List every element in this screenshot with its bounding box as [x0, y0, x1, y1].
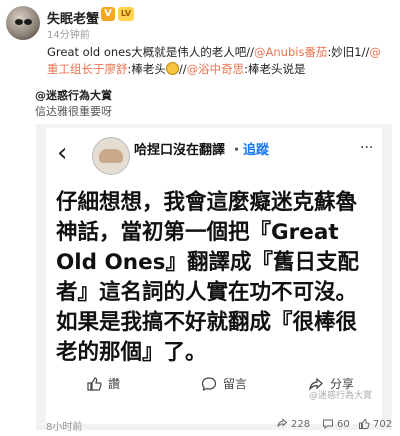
emoji-icon — [165, 62, 179, 75]
fb-like-action: 讚 — [86, 375, 120, 392]
comment-text: 信达雅很重要呀 — [35, 105, 112, 118]
comment-button[interactable]: 60 — [322, 418, 350, 430]
level-badge: LV — [118, 7, 134, 21]
post-header: 失眠老蟹 V LV 14分钟前 — [0, 0, 400, 41]
like-count: 702 — [373, 418, 393, 430]
fb-follow-button: ・追蹤 — [230, 139, 269, 158]
fb-page-name: 哈捏口沒在翻譯 — [134, 143, 226, 158]
back-icon: ‹ — [57, 138, 68, 168]
footer-time: 8小时前 — [46, 422, 83, 433]
fb-comment-label: 留言 — [223, 377, 248, 391]
comment-user[interactable]: @迷惑行為大賞 — [35, 88, 385, 104]
post-text: Great old ones大概就是伟人的老人吧//@Anubis番茄:妙旧1/… — [47, 44, 392, 78]
thumbs-up-icon — [87, 376, 102, 391]
user-badges: V LV — [101, 7, 134, 21]
post-text-part: // — [178, 62, 187, 76]
fb-post-body: 仔細想想，我會這麼癡迷克蘇魯神話，當初第一個把『Great Old Ones』翻… — [56, 190, 359, 365]
mention-link[interactable]: @Anubis番茄 — [254, 45, 327, 59]
fb-page-avatar — [92, 137, 130, 175]
like-icon — [359, 418, 370, 429]
repost-icon — [277, 418, 288, 427]
user-avatar[interactable] — [6, 6, 40, 40]
fb-comment-action: 留言 — [201, 375, 247, 392]
fb-like-label: 讚 — [108, 377, 121, 391]
username[interactable]: 失眠老蟹 — [47, 8, 99, 27]
comment-icon — [323, 419, 333, 430]
like-button[interactable]: 702 — [358, 418, 392, 430]
more-options-icon: ··· — [360, 140, 374, 156]
repost-count: 228 — [291, 418, 311, 430]
post-footer: 8小时前 228 60 702 — [0, 414, 400, 436]
post-text-part: :妙旧1// — [327, 45, 370, 59]
post-text-part: Great old ones大概就是伟人的老人吧// — [47, 45, 254, 59]
fb-follow-label: 追蹤 — [243, 143, 270, 158]
mention-link[interactable]: @浴中奇思 — [187, 62, 245, 76]
facebook-screenshot: ‹ 哈捏口沒在翻譯 ・追蹤 ··· 仔細想想，我會這麼癡迷克蘇魯神話，當初第一個… — [46, 128, 382, 424]
quoted-comment: @迷惑行為大賞 信达雅很重要呀 — [35, 88, 385, 120]
post-timestamp: 14分钟前 — [47, 30, 90, 41]
repost-button[interactable]: 228 — [276, 418, 310, 430]
post-text-part: :棒老头 — [127, 62, 166, 76]
fb-separator: ・ — [230, 143, 244, 158]
post-text-part: :棒老头说是 — [244, 62, 306, 76]
watermark: @迷惑行為大賞 — [308, 391, 372, 401]
comment-bubble-icon — [201, 376, 217, 391]
comment-count: 60 — [337, 418, 350, 430]
verified-badge: V — [101, 7, 115, 21]
